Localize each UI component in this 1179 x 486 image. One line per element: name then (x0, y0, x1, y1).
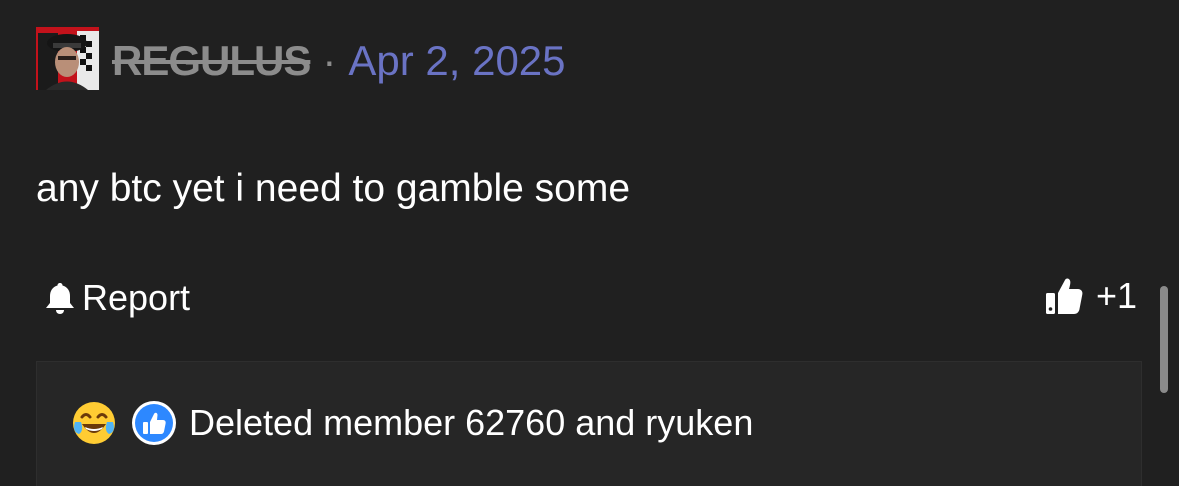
reactions-summary-row[interactable]: Deleted member 62760 and ryuken (71, 400, 753, 446)
thumbs-up-icon (1045, 278, 1083, 314)
bell-icon (46, 283, 74, 314)
report-label: Report (82, 277, 191, 318)
avatar[interactable] (36, 27, 99, 90)
laughing-crying-emoji-icon (71, 400, 117, 446)
post-date-link[interactable]: Apr 2, 2025 (348, 37, 565, 85)
post-header: REGULUS · Apr 2, 2025 (112, 37, 566, 85)
post-message: any btc yet i need to gamble some (36, 167, 631, 210)
username-link[interactable]: REGULUS (112, 37, 311, 85)
reactions-summary-text[interactable]: Deleted member 62760 and ryuken (189, 402, 753, 444)
like-count: +1 (1095, 275, 1137, 316)
forum-post: REGULUS · Apr 2, 2025 any btc yet i need… (0, 0, 1179, 486)
like-button[interactable]: +1 (1044, 275, 1137, 317)
avatar-image (36, 27, 99, 90)
separator: · (322, 37, 337, 84)
report-button[interactable]: Report (44, 277, 190, 319)
scrollbar[interactable] (1160, 286, 1168, 393)
reactions-bar[interactable]: Deleted member 62760 and ryuken (36, 361, 1142, 486)
like-badge-icon (131, 400, 177, 446)
